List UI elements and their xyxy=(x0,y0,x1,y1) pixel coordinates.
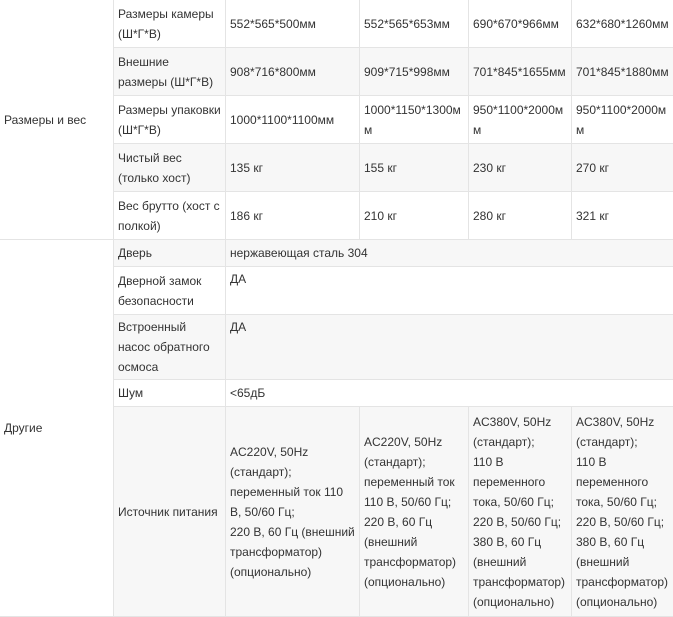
cell-power-4: AC380V, 50Hz (стандарт); 110 В переменно… xyxy=(572,407,673,617)
cell-chamber-1: 552*565*500мм xyxy=(226,0,360,48)
cell-package-2: 1000*1150*1300мм xyxy=(360,96,469,144)
cell-outer-2: 909*715*998мм xyxy=(360,48,469,96)
row-label-gross-weight: Вес брутто (хост с полкой) xyxy=(114,192,226,240)
row-label-package: Размеры упаковки (Ш*Г*В) xyxy=(114,96,226,144)
row-label-net-weight: Чистый вес (только хост) xyxy=(114,144,226,192)
cell-power-2: AC220V, 50Hz (стандарт); переменный ток … xyxy=(360,407,469,617)
cell-net-4: 270 кг xyxy=(572,144,673,192)
cell-chamber-2: 552*565*653мм xyxy=(360,0,469,48)
cell-outer-4: 701*845*1880мм xyxy=(572,48,673,96)
cell-chamber-4: 632*680*1260мм xyxy=(572,0,673,48)
cell-noise: <65дБ xyxy=(226,380,673,407)
cell-gross-2: 210 кг xyxy=(360,192,469,240)
row-label-outer: Внешние размеры (Ш*Г*В) xyxy=(114,48,226,96)
cell-gross-3: 280 кг xyxy=(469,192,572,240)
cell-safety-lock: ДА xyxy=(226,267,673,315)
cell-outer-3: 701*845*1655мм xyxy=(469,48,572,96)
cell-ro-pump: ДА xyxy=(226,315,673,380)
row-label-chamber: Размеры камеры (Ш*Г*В) xyxy=(114,0,226,48)
cell-chamber-3: 690*670*966мм xyxy=(469,0,572,48)
cell-package-4: 950*1100*2000мм xyxy=(572,96,673,144)
spec-table: Размеры и вес Размеры камеры (Ш*Г*В) 552… xyxy=(0,0,673,617)
table-row: Размеры и вес Размеры камеры (Ш*Г*В) 552… xyxy=(0,0,673,48)
row-label-safety-lock: Дверной замок безопасности xyxy=(114,267,226,315)
cell-net-2: 155 кг xyxy=(360,144,469,192)
cell-power-3: AC380V, 50Hz (стандарт); 110 В переменно… xyxy=(469,407,572,617)
row-label-ro-pump: Встроенный насос обратного осмоса xyxy=(114,315,226,380)
cell-net-1: 135 кг xyxy=(226,144,360,192)
row-label-door: Дверь xyxy=(114,240,226,267)
cell-net-3: 230 кг xyxy=(469,144,572,192)
cell-power-1: AC220V, 50Hz (стандарт); переменный ток … xyxy=(226,407,360,617)
row-label-power: Источник питания xyxy=(114,407,226,617)
row-label-noise: Шум xyxy=(114,380,226,407)
cell-outer-1: 908*716*800мм xyxy=(226,48,360,96)
cell-package-1: 1000*1100*1100мм xyxy=(226,96,360,144)
group-label-size-weight: Размеры и вес xyxy=(0,0,114,240)
cell-gross-4: 321 кг xyxy=(572,192,673,240)
cell-package-3: 950*1100*2000мм xyxy=(469,96,572,144)
cell-door: нержавеющая сталь 304 xyxy=(226,240,673,267)
table-row: Другие Дверь нержавеющая сталь 304 xyxy=(0,240,673,267)
group-label-other: Другие xyxy=(0,240,114,617)
cell-gross-1: 186 кг xyxy=(226,192,360,240)
